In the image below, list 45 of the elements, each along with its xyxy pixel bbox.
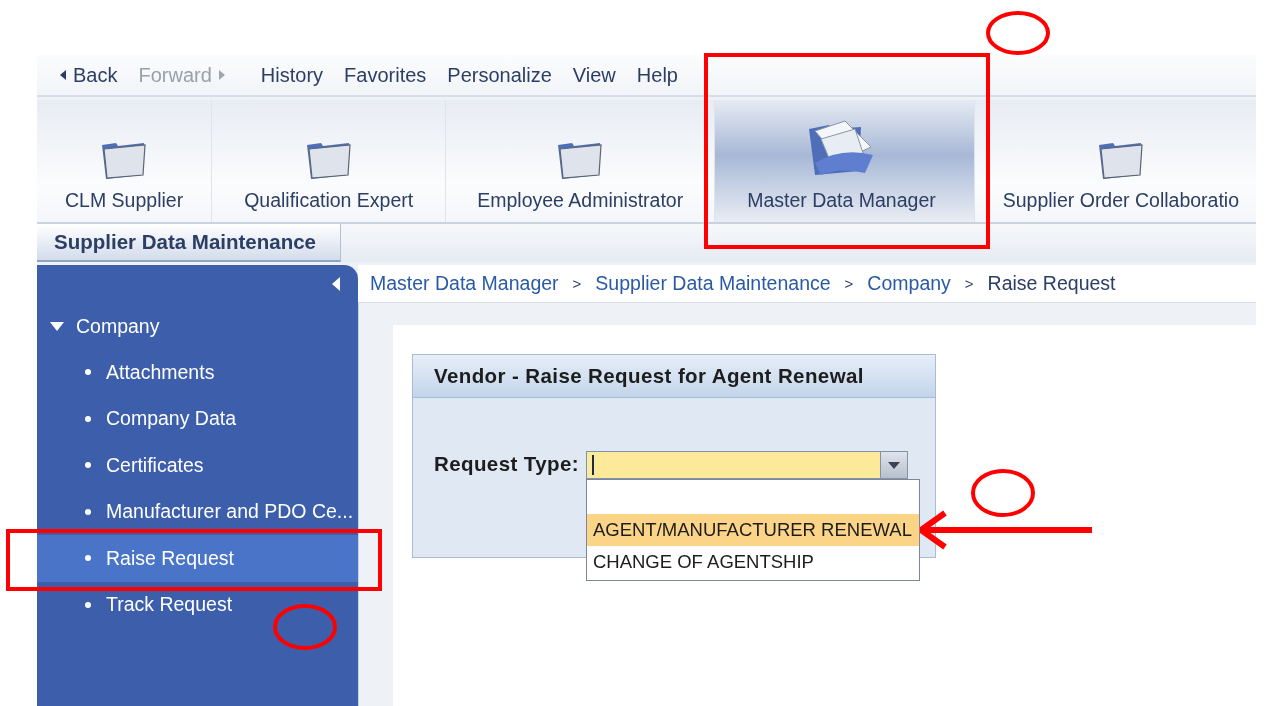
dropdown-option[interactable]: CHANGE OF AGENTSHIP [586,546,919,578]
menu-item[interactable]: Help [636,63,678,87]
breadcrumb-link[interactable]: Master Data Manager [370,272,559,295]
breadcrumb-link[interactable]: Company [867,272,951,295]
collapse-icon[interactable] [332,277,341,291]
breadcrumb-separator: > [844,275,854,292]
bullet-icon [85,555,91,562]
launchpad-tab[interactable]: CLM Supplier [37,100,213,222]
menu-item[interactable]: Personalize [447,63,552,87]
bullet-icon [85,369,91,376]
dropdown-icon [887,461,900,469]
annotation-circle [986,11,1050,55]
menu-item[interactable]: History [260,63,324,87]
breadcrumb-separator: > [964,275,974,292]
tree-item[interactable]: Track Request [37,581,358,628]
menu-item[interactable]: Favorites [344,63,427,87]
launchpad-tab[interactable]: Supplier Order Collaboratio [974,100,1256,222]
annotation-circle [273,604,337,650]
tree-item[interactable]: Attachments [37,349,358,396]
tree-item[interactable]: Company [37,303,358,349]
tree-item[interactable]: Raise Request [37,535,358,582]
launchpad-tab[interactable]: Master Data Manager [715,100,975,222]
launchpad-tab[interactable]: Employee Administrator [446,100,716,222]
menu-item[interactable]: View [572,63,616,87]
bullet-icon [85,601,91,608]
tree-item[interactable]: Certificates [37,442,358,489]
menu-item[interactable]: Back [59,63,118,87]
tree-item[interactable]: Company Data [37,395,358,442]
launchpad-tab[interactable]: Qualification Expert [212,100,447,222]
group-title: Vendor - Raise Request for Agent Renewal [413,355,935,398]
field-label: Request Type: [434,451,579,477]
back-arrow-icon [59,69,67,81]
bullet-icon [85,462,91,469]
sub-tab[interactable]: Supplier Data Maintenance [37,224,341,262]
breadcrumb-current: Raise Request [987,272,1116,295]
dropdown-option[interactable]: AGENT/MANUFACTURER RENEWAL [586,514,919,546]
breadcrumb-link[interactable]: Supplier Data Maintenance [595,272,831,295]
bullet-icon [85,508,91,515]
tree-item[interactable]: Manufacturer and PDO Ce... [37,488,358,535]
annotation-circle [971,469,1035,517]
breadcrumb-separator: > [572,275,582,292]
bullet-icon [85,415,91,422]
expand-icon [50,321,64,331]
forward-arrow-icon [217,69,226,81]
request-type-dropdown[interactable] [585,451,908,479]
